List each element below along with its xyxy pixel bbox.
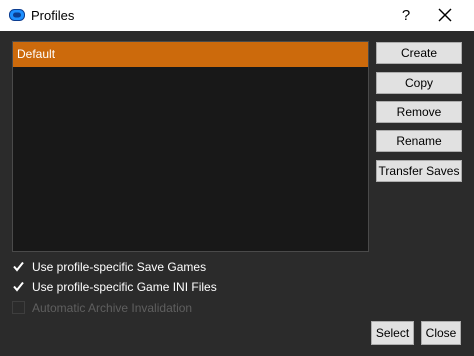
checkmark-icon xyxy=(13,261,24,272)
profiles-list[interactable]: Default xyxy=(12,41,369,252)
checkmark-icon xyxy=(13,281,24,292)
rename-button[interactable]: Rename xyxy=(376,130,462,152)
close-icon[interactable] xyxy=(436,6,454,24)
game-ini-label: Use profile-specific Game INI Files xyxy=(32,280,217,294)
archive-invalidation-checkbox xyxy=(12,301,25,314)
mod-organizer-icon xyxy=(9,9,25,21)
window-title: Profiles xyxy=(31,8,75,23)
transfer-saves-button[interactable]: Transfer Saves xyxy=(376,160,462,182)
help-button[interactable]: ? xyxy=(390,2,422,29)
create-button[interactable]: Create xyxy=(376,42,462,64)
list-item[interactable]: Default xyxy=(13,42,368,67)
save-games-checkbox[interactable] xyxy=(12,260,25,273)
remove-button[interactable]: Remove xyxy=(376,101,462,123)
game-ini-checkbox[interactable] xyxy=(12,280,25,293)
select-button[interactable]: Select xyxy=(371,321,414,345)
archive-invalidation-label: Automatic Archive Invalidation xyxy=(32,301,193,315)
save-games-label: Use profile-specific Save Games xyxy=(32,260,207,274)
title-bar: Profiles ? xyxy=(0,0,474,31)
close-button[interactable]: Close xyxy=(421,321,461,345)
copy-button[interactable]: Copy xyxy=(376,72,462,94)
